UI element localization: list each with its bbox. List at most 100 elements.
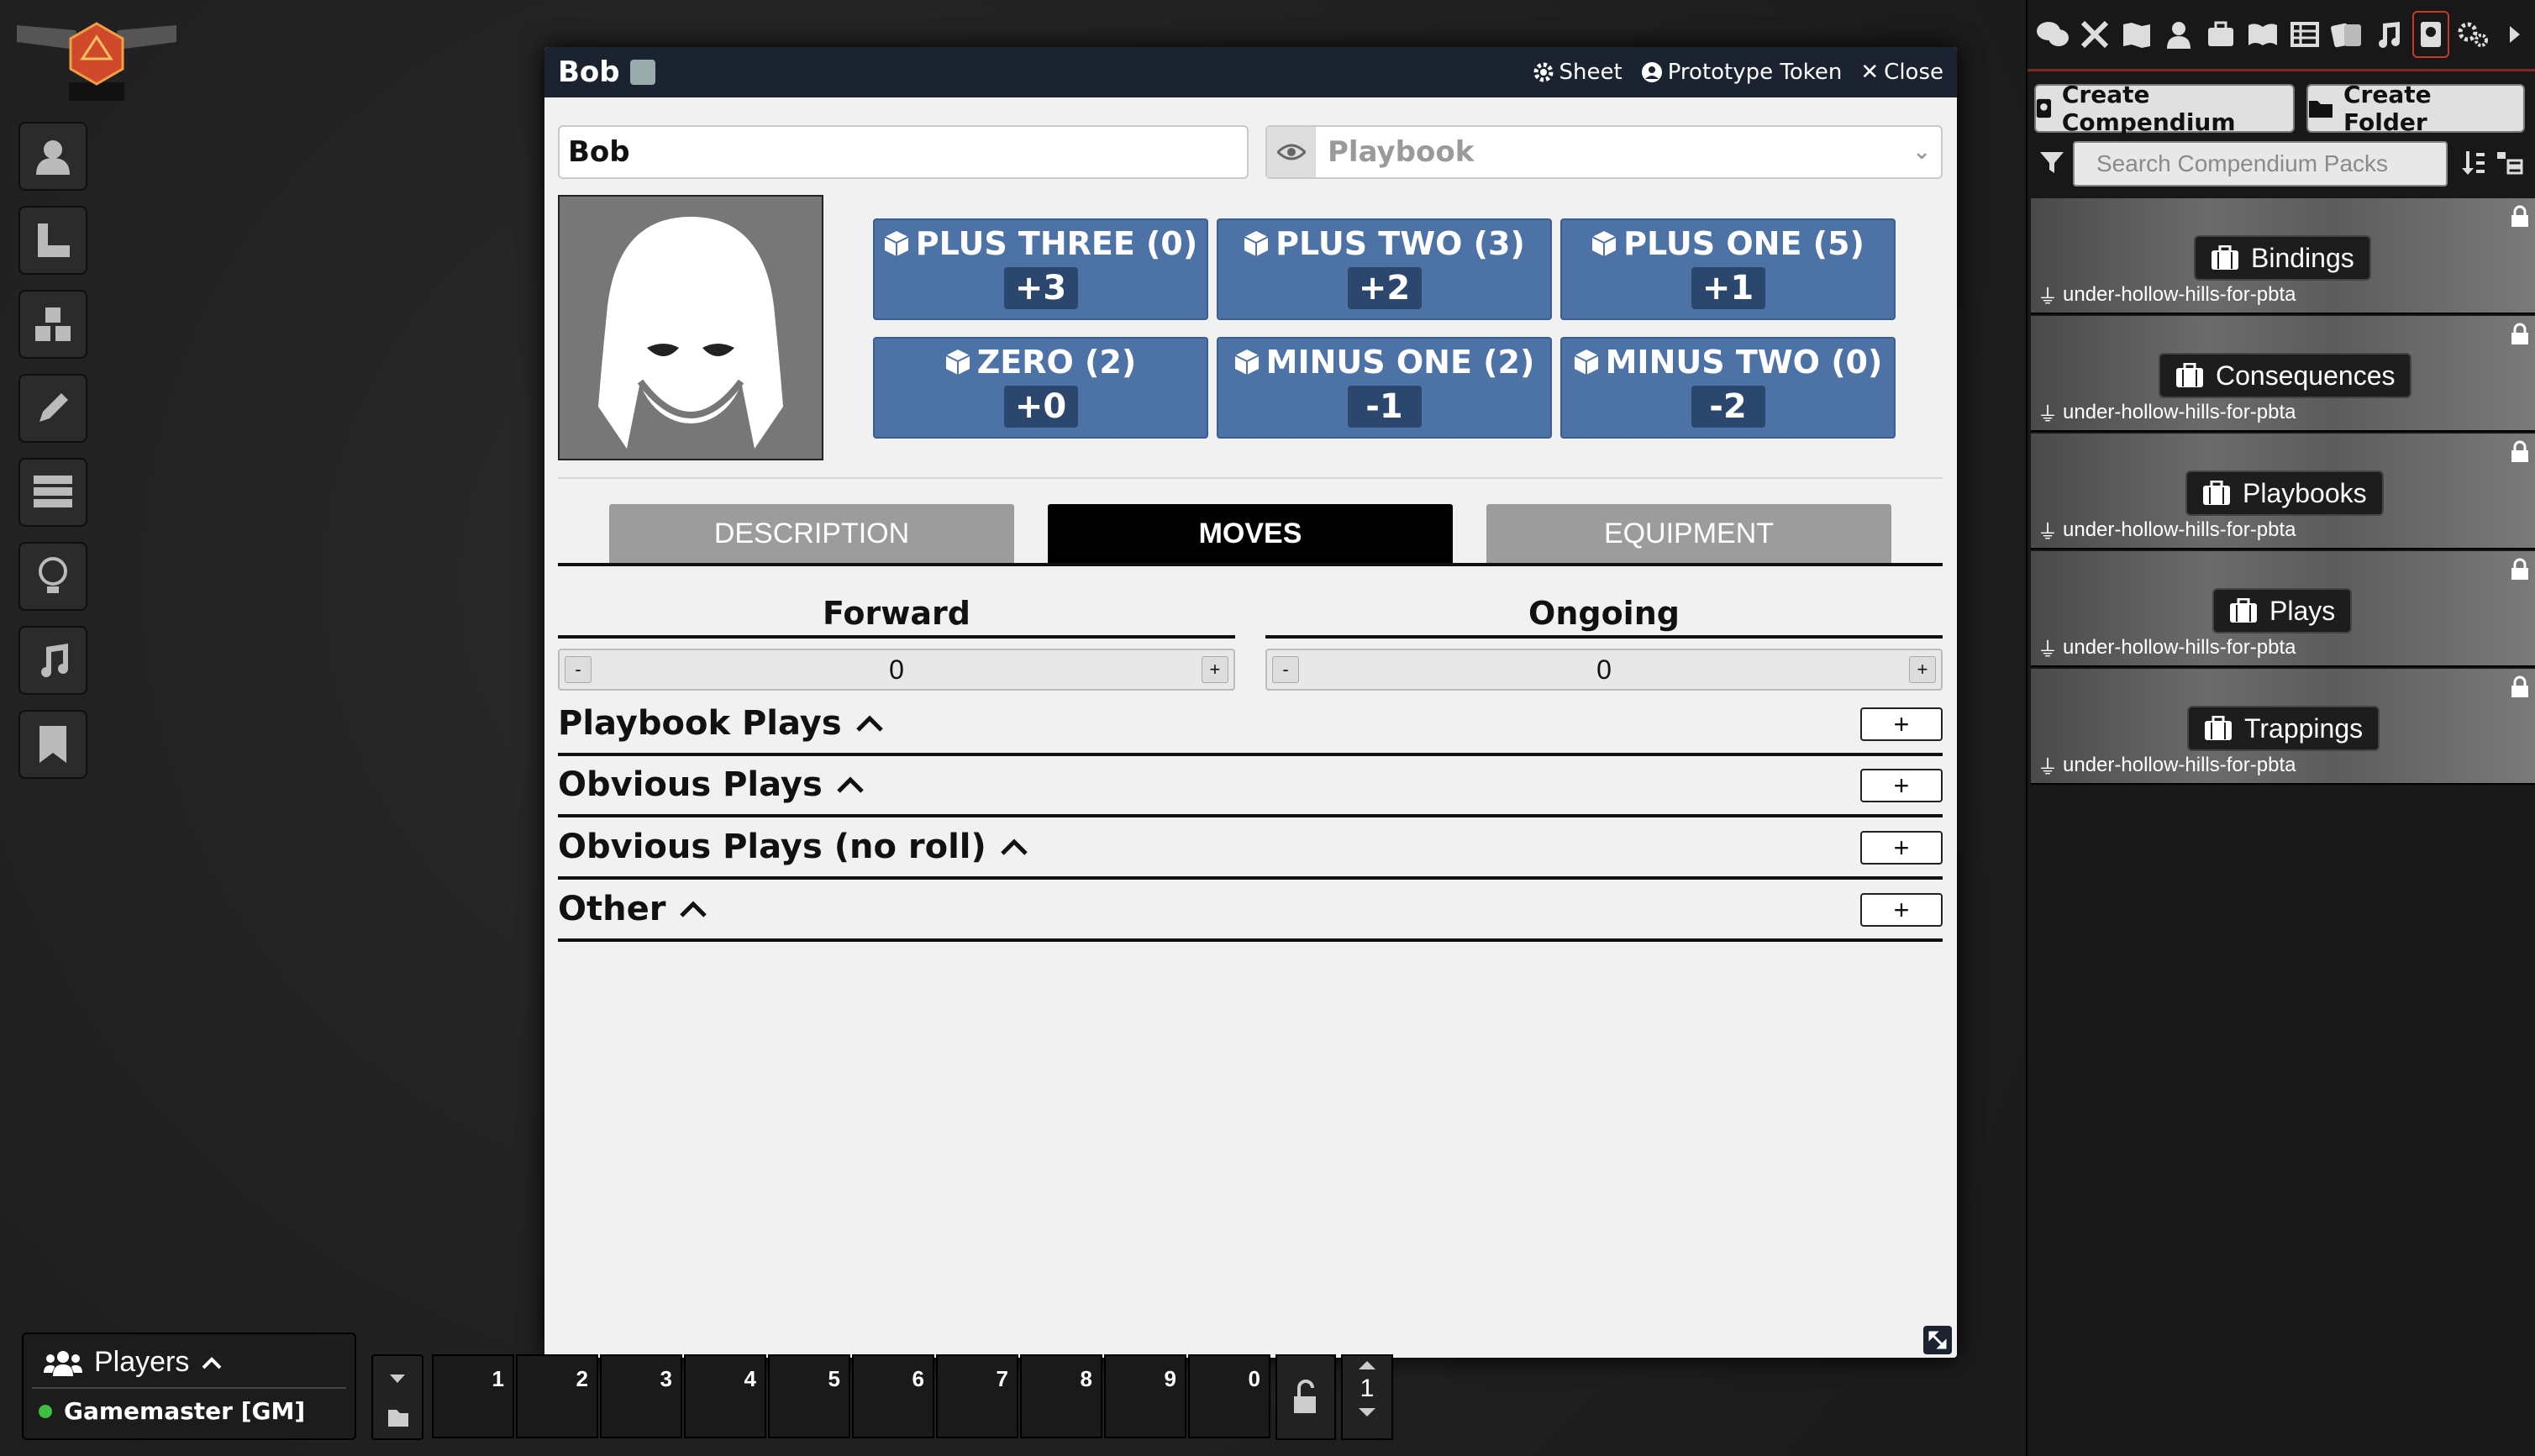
- compendium-icon[interactable]: [2412, 11, 2449, 58]
- actors-icon[interactable]: [2160, 11, 2197, 58]
- app-logo[interactable]: [17, 17, 176, 109]
- combat-icon[interactable]: [2076, 11, 2113, 58]
- prototype-token-button[interactable]: Prototype Token: [1641, 60, 1842, 85]
- add-move-button[interactable]: +: [1860, 831, 1943, 865]
- move-group-toggle[interactable]: Other: [558, 890, 707, 928]
- tab-description[interactable]: DESCRIPTION: [609, 504, 1014, 563]
- hotbar-slot[interactable]: 3: [600, 1354, 682, 1438]
- compendium-pack-bindings[interactable]: Bindings ⏚ under-hollow-hills-for-pbta: [2031, 198, 2535, 314]
- close-button[interactable]: ✕ Close: [1860, 60, 1943, 85]
- forward-value[interactable]: 0: [889, 654, 904, 686]
- compendium-pack-plays[interactable]: Plays ⏚ under-hollow-hills-for-pbta: [2031, 551, 2535, 667]
- player-name: Gamemaster [GM]: [64, 1397, 306, 1425]
- tile-controls-button[interactable]: [18, 290, 87, 359]
- settings-icon[interactable]: [2454, 11, 2491, 58]
- sound-controls-button[interactable]: [18, 626, 87, 695]
- forward-decrement-button[interactable]: -: [565, 656, 592, 683]
- hotbar-slot[interactable]: 0: [1188, 1354, 1270, 1438]
- ongoing-decrement-button[interactable]: -: [1272, 656, 1299, 683]
- compendium-pack-consequences[interactable]: Consequences ⏚ under-hollow-hills-for-pbt…: [2031, 316, 2535, 432]
- cards-icon[interactable]: [2328, 11, 2365, 58]
- lighting-controls-button[interactable]: [18, 542, 87, 611]
- notes-controls-button[interactable]: [18, 710, 87, 779]
- tab-equipment[interactable]: EQUIPMENT: [1486, 504, 1891, 563]
- chat-icon[interactable]: [2034, 11, 2071, 58]
- cube-icon: [1244, 231, 1269, 256]
- move-group-title: Other: [558, 890, 666, 928]
- stat-plus-two[interactable]: PLUS TWO (3) +2: [1217, 218, 1552, 320]
- compendium-pack-trappings[interactable]: Trappings ⏚ under-hollow-hills-for-pbta: [2031, 669, 2535, 785]
- actor-name-input[interactable]: Bob: [558, 125, 1249, 179]
- stat-label: ZERO (2): [976, 344, 1137, 381]
- drawing-controls-button[interactable]: [18, 374, 87, 443]
- scenes-icon[interactable]: [2118, 11, 2155, 58]
- playlists-icon[interactable]: [2370, 11, 2407, 58]
- stat-minus-one[interactable]: MINUS ONE (2) -1: [1217, 337, 1552, 439]
- stat-value[interactable]: -1: [1347, 386, 1422, 428]
- hotbar-lock-button[interactable]: [1275, 1354, 1336, 1440]
- create-compendium-button[interactable]: Create Compendium: [2034, 81, 2295, 136]
- measure-controls-button[interactable]: [18, 206, 87, 275]
- compendium-icon: [2036, 98, 2052, 118]
- stat-minus-two[interactable]: MINUS TWO (0) -2: [1560, 337, 1896, 439]
- hotbar-slot[interactable]: 8: [1020, 1354, 1102, 1438]
- filter-icon[interactable]: [2039, 151, 2064, 175]
- move-group-toggle[interactable]: Obvious Plays (no roll): [558, 828, 1028, 866]
- token-controls-button[interactable]: [18, 122, 87, 191]
- caret-down-icon[interactable]: [390, 1375, 405, 1383]
- playbook-select[interactable]: Playbook ⌄: [1265, 125, 1943, 179]
- add-move-button[interactable]: +: [1860, 893, 1943, 927]
- stat-zero[interactable]: ZERO (2) +0: [873, 337, 1208, 439]
- eye-icon[interactable]: [1267, 127, 1316, 177]
- suitcase-icon: [2205, 716, 2232, 740]
- caret-down-icon[interactable]: [1343, 1403, 1391, 1422]
- ongoing-increment-button[interactable]: +: [1908, 656, 1936, 683]
- stat-value[interactable]: +0: [1003, 386, 1078, 428]
- sort-icon[interactable]: [2461, 150, 2486, 176]
- stat-value[interactable]: +1: [1691, 267, 1765, 309]
- hotbar-slot[interactable]: 6: [852, 1354, 934, 1438]
- wall-controls-button[interactable]: [18, 458, 87, 527]
- move-group-toggle[interactable]: Obvious Plays: [558, 765, 865, 804]
- add-move-button[interactable]: +: [1860, 707, 1943, 741]
- ongoing-counter: - 0 +: [1265, 649, 1943, 691]
- sheet-config-button[interactable]: Sheet: [1533, 60, 1623, 85]
- music-icon: [41, 644, 68, 677]
- stat-value[interactable]: -2: [1691, 386, 1765, 428]
- hotbar-slot[interactable]: 1: [432, 1354, 514, 1438]
- forward-label: Forward: [823, 595, 970, 632]
- create-folder-button[interactable]: Create Folder: [2306, 81, 2525, 136]
- collapse-folders-icon[interactable]: [2496, 151, 2523, 175]
- hotbar-slot[interactable]: 4: [684, 1354, 766, 1438]
- resize-handle[interactable]: [1923, 1326, 1952, 1354]
- uuid-icon[interactable]: [629, 60, 655, 85]
- add-move-button[interactable]: +: [1860, 769, 1943, 802]
- stat-plus-one[interactable]: PLUS ONE (5) +1: [1560, 218, 1896, 320]
- items-icon[interactable]: [2202, 11, 2239, 58]
- players-toggle[interactable]: Players: [24, 1334, 355, 1379]
- compendium-pack-playbooks[interactable]: Playbooks ⏚ under-hollow-hills-for-pbta: [2031, 434, 2535, 549]
- sheet-header[interactable]: Bob Sheet Prototype Token ✕ Close: [544, 47, 1957, 97]
- collapse-sidebar-icon[interactable]: [2496, 11, 2533, 58]
- player-entry[interactable]: Gamemaster [GM]: [24, 1389, 355, 1425]
- stat-value[interactable]: +3: [1003, 267, 1078, 309]
- tab-moves[interactable]: MOVES: [1048, 504, 1453, 563]
- caret-up-icon[interactable]: [1343, 1356, 1391, 1375]
- hotbar-slot[interactable]: 9: [1104, 1354, 1186, 1438]
- journal-icon[interactable]: [2244, 11, 2281, 58]
- hotbar-slot[interactable]: 2: [516, 1354, 598, 1438]
- search-input[interactable]: Search Compendium Packs: [2073, 141, 2448, 187]
- ongoing-value[interactable]: 0: [1596, 654, 1612, 686]
- stat-plus-three[interactable]: PLUS THREE (0) +3: [873, 218, 1208, 320]
- hotbar-slot[interactable]: 7: [936, 1354, 1018, 1438]
- hotbar-slot[interactable]: 5: [768, 1354, 850, 1438]
- lock-icon: [2511, 558, 2528, 580]
- suitcase-icon: [2176, 363, 2203, 387]
- move-group-toggle[interactable]: Playbook Plays: [558, 704, 884, 743]
- folder-icon[interactable]: [388, 1410, 408, 1427]
- tables-icon[interactable]: [2286, 11, 2323, 58]
- actor-portrait[interactable]: [558, 195, 823, 460]
- stat-value[interactable]: +2: [1347, 267, 1422, 309]
- forward-increment-button[interactable]: +: [1201, 656, 1228, 683]
- pack-label: Plays: [2212, 588, 2353, 633]
